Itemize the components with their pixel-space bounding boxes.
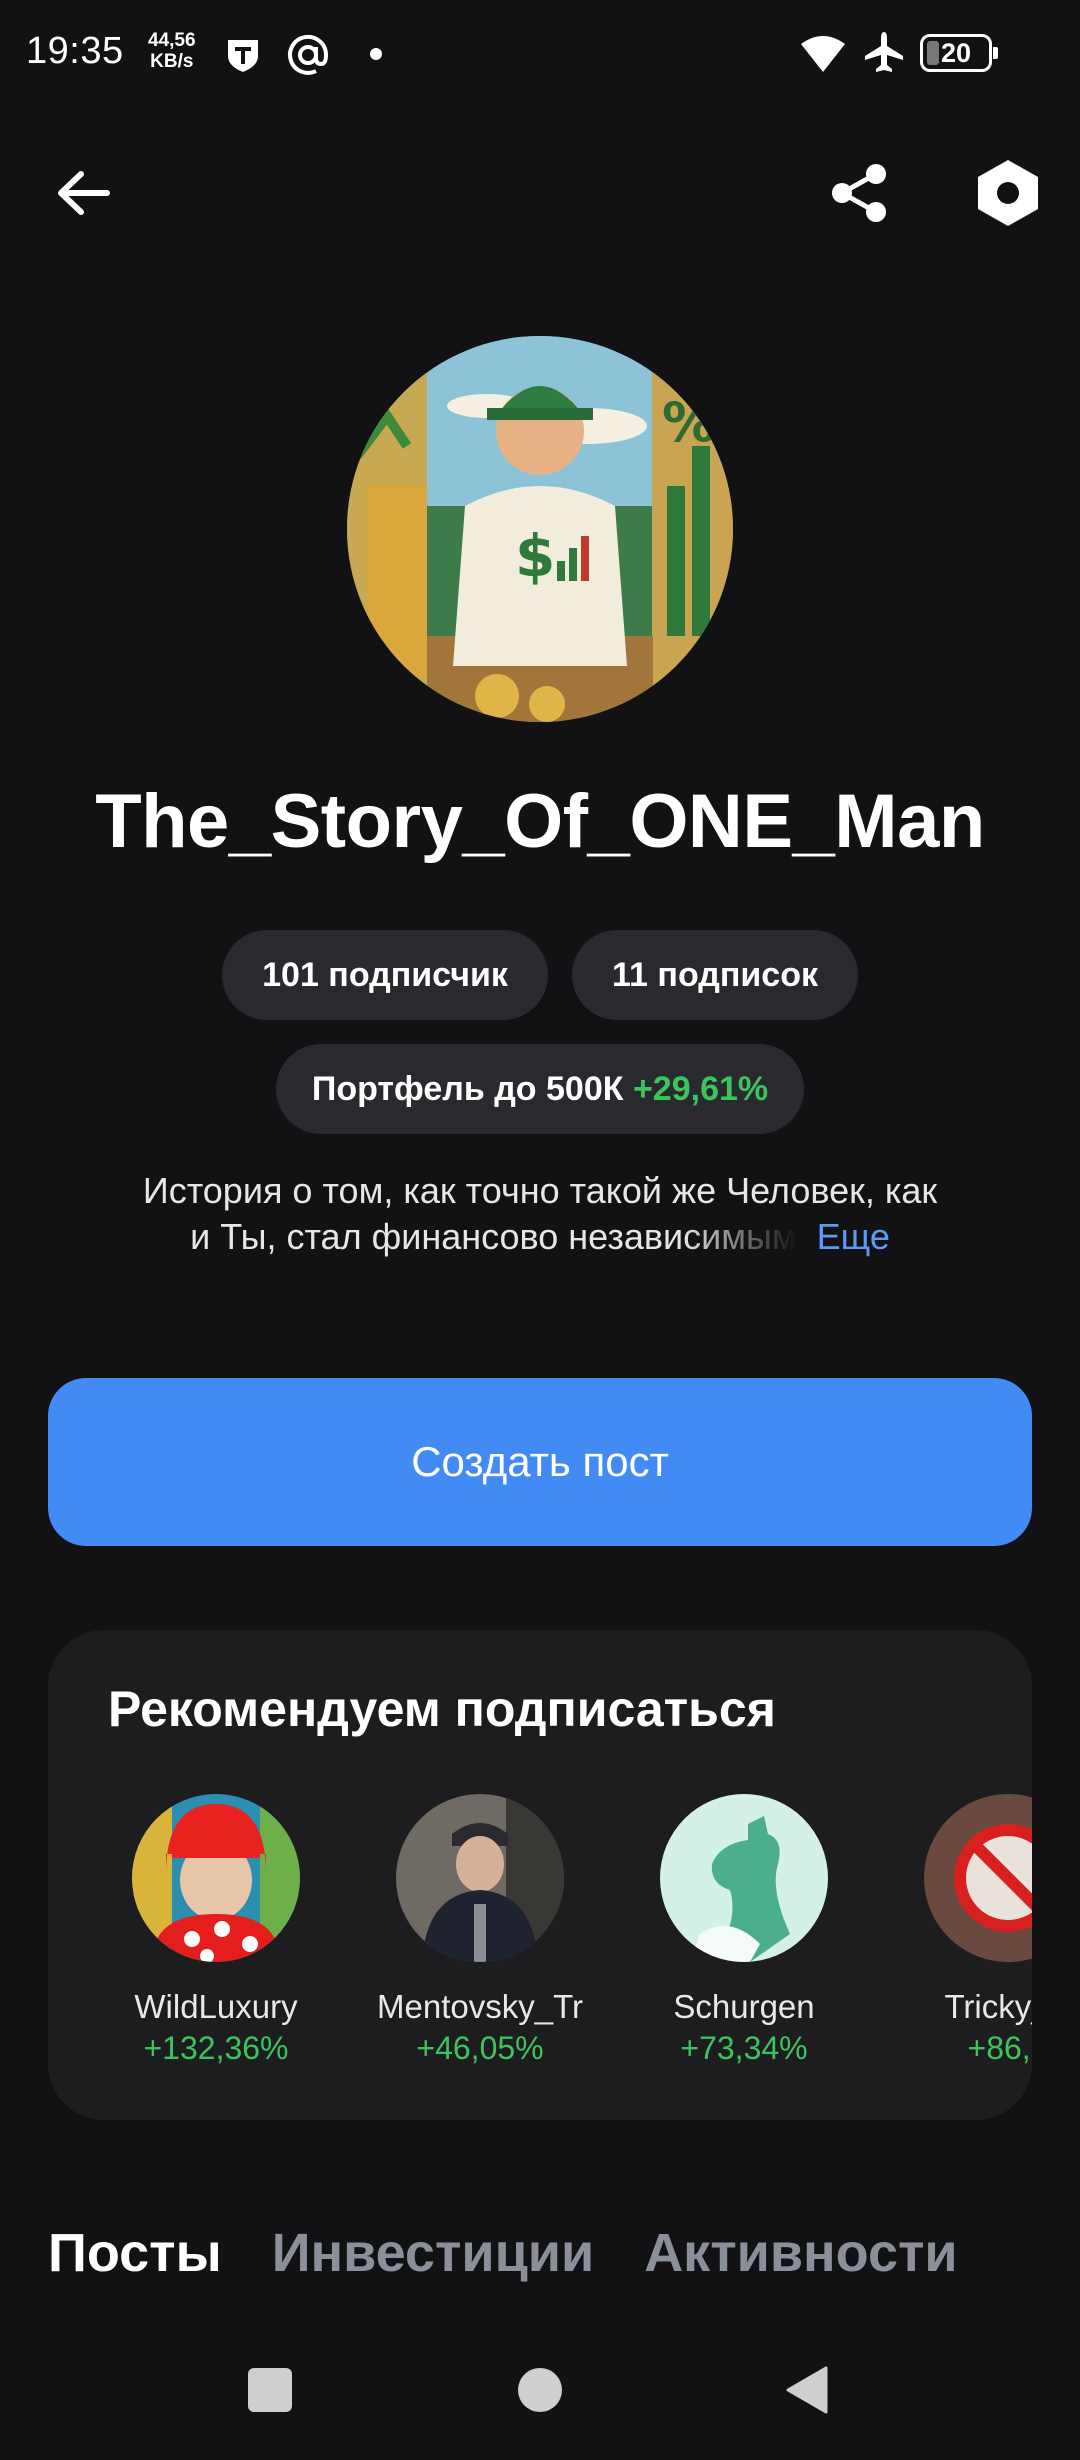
profile-avatar[interactable]: % $: [347, 336, 733, 722]
bio-line-2: и Ты, стал финансово независимым Еще: [80, 1214, 1000, 1260]
recommendation-item[interactable]: Schurgen +73,34%: [624, 1794, 864, 2067]
battery-level: 20: [940, 37, 972, 68]
recommendation-name: Mentovsky_Tr: [377, 1988, 583, 2025]
bio-more-link[interactable]: Еще: [817, 1216, 890, 1257]
back-button[interactable]: [38, 148, 128, 238]
svg-text:$: $: [515, 522, 555, 590]
recommendation-gain: +73,34%: [680, 2030, 808, 2066]
bio-line-1: История о том, как точно такой же Челове…: [142, 1170, 938, 1211]
recommendation-gain: +132,36%: [143, 2030, 289, 2066]
t-app-icon: [224, 36, 262, 74]
portfolio-label: Портфель до 500К: [311, 1069, 624, 1108]
recommendation-item[interactable]: Tricky_A +86,2: [888, 1794, 1032, 2067]
recommendation-avatar: [132, 1794, 300, 1962]
wifi-icon: [800, 34, 846, 74]
recommendations-title: Рекомендуем подписаться: [108, 1681, 776, 1737]
subscribers-chip[interactable]: 101 подписчик: [222, 930, 548, 1020]
tab-posts[interactable]: Посты: [48, 2222, 222, 2284]
arrow-left-icon: [58, 171, 110, 215]
svg-text:%: %: [662, 391, 716, 454]
recommendations-card: Рекомендуем подписаться WildLuxury +132,…: [48, 1630, 1032, 2120]
profile-tabs: Посты Инвестиции Активности: [48, 2222, 958, 2284]
bio-line-2-text: и Ты, стал финансово незави: [190, 1216, 684, 1257]
recommendation-gain: +46,05%: [416, 2030, 544, 2066]
recents-button[interactable]: [248, 2368, 292, 2412]
portfolio-gain: +29,61%: [632, 1069, 769, 1108]
settings-button[interactable]: [963, 148, 1053, 238]
home-button[interactable]: [518, 2368, 562, 2412]
recommendation-avatar: [660, 1794, 828, 1962]
at-icon: [285, 32, 331, 78]
notification-dot-icon: [370, 48, 382, 60]
create-post-button[interactable]: Создать пост: [48, 1378, 1032, 1546]
recommendation-name: Tricky_A: [944, 1988, 1032, 2025]
subscriptions-chip[interactable]: 11 подписок: [572, 930, 858, 1020]
share-icon: [832, 164, 886, 222]
network-speed: 44,56 KB/s: [148, 30, 196, 72]
recommendation-gain: +86,2: [967, 2030, 1032, 2066]
share-button[interactable]: [815, 148, 905, 238]
recommendation-item[interactable]: Mentovsky_Tr +46,05%: [360, 1794, 600, 2067]
portfolio-chip[interactable]: Портфель до 500К +29,61%: [276, 1044, 804, 1134]
network-speed-value: 44,56: [148, 30, 196, 51]
recommendation-avatar: [924, 1794, 1032, 1962]
bio-line-2-faded: симым: [683, 1216, 797, 1257]
profile-bio: История о том, как точно такой же Челове…: [80, 1168, 1000, 1260]
profile-username: The_Story_Of_ONE_Man: [95, 779, 985, 864]
tab-activities[interactable]: Активности: [644, 2222, 957, 2284]
recommendation-item[interactable]: WildLuxury +132,36%: [96, 1794, 336, 2067]
recommendation-name: WildLuxury: [134, 1988, 298, 2025]
recommendation-name: Schurgen: [673, 1988, 815, 2025]
triangle-back-icon: [786, 2366, 828, 2414]
airplane-icon: [862, 30, 906, 74]
status-time: 19:35: [26, 30, 124, 72]
hexagon-settings-icon: [978, 160, 1038, 226]
back-nav-button[interactable]: [784, 2366, 828, 2419]
tab-investments[interactable]: Инвестиции: [272, 2222, 595, 2284]
network-speed-unit: KB/s: [150, 51, 194, 72]
recommendation-avatar: [396, 1794, 564, 1962]
system-nav-bar: [0, 2340, 1080, 2460]
battery-icon: 20: [920, 34, 998, 72]
